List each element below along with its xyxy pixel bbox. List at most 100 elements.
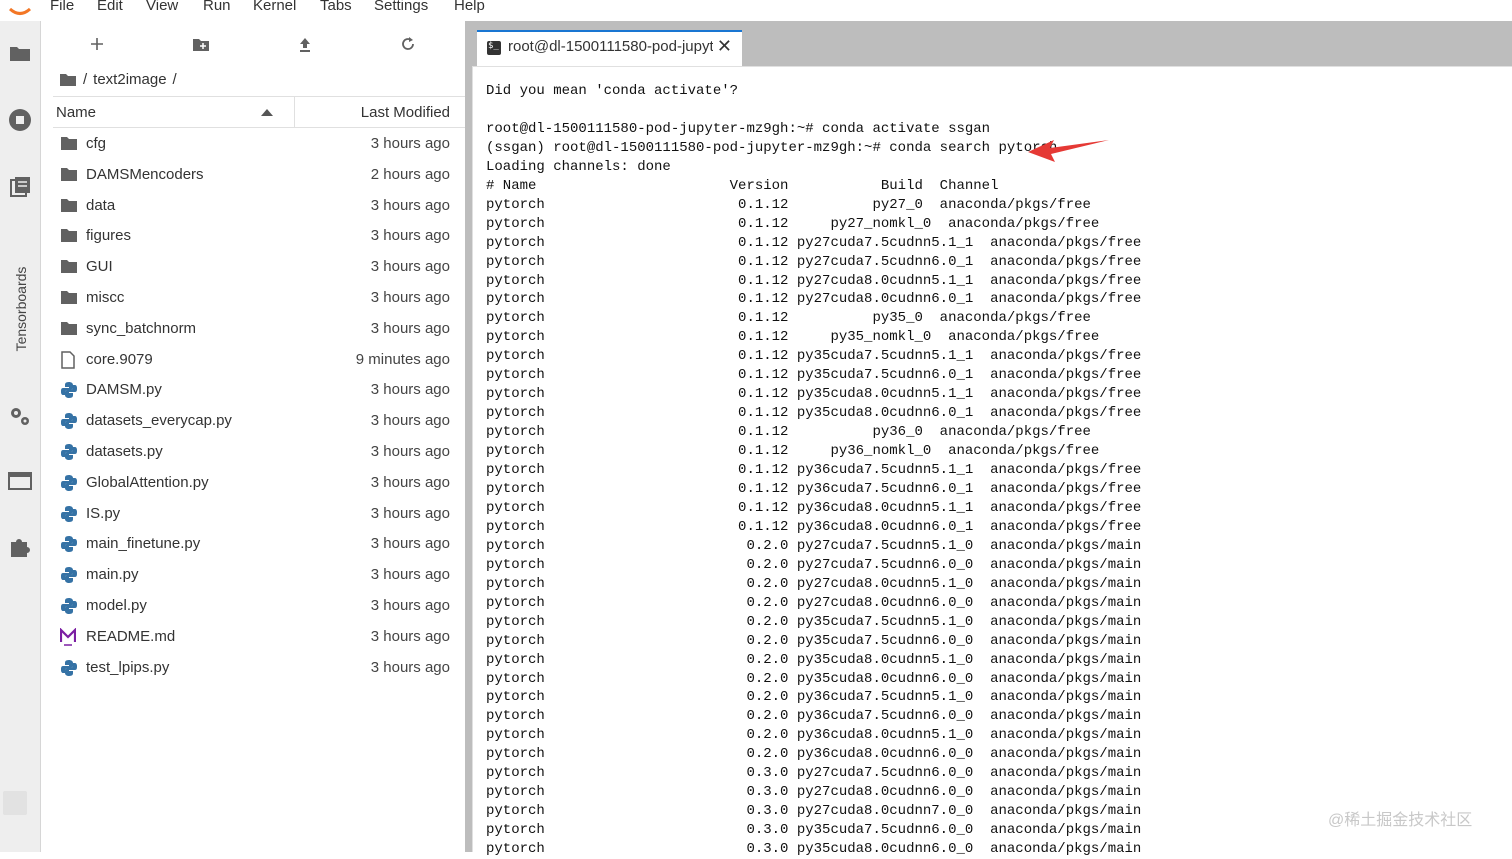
file-row[interactable]: main.py 3 hours ago [53,560,465,591]
modified-column-header[interactable]: Last Modified [361,104,450,121]
folder-icon [60,289,78,307]
folder-icon [60,135,78,153]
file-row[interactable]: sync_batchnorm 3 hours ago [53,314,465,345]
menu-kernel[interactable]: Kernel [253,0,296,14]
running-sessions-tab[interactable] [8,108,32,132]
activity-bar: Tensorboards [0,21,41,852]
menu-view[interactable]: View [146,0,178,14]
stop-circle-icon [9,109,31,131]
tensorboards-tab[interactable]: Tensorboards [3,261,39,361]
terminal-line: pytorch 0.1.12 py27_0 anaconda/pkgs/free [486,196,1091,213]
file-browser-tab[interactable] [8,41,32,65]
file-modified: 3 hours ago [370,658,450,676]
python-icon [60,412,78,430]
breadcrumb-folder[interactable]: text2image [93,71,166,88]
folder-icon [60,166,78,184]
file-row[interactable]: GlobalAttention.py 3 hours ago [53,468,465,499]
markdown-icon [59,627,78,646]
file-row[interactable]: DAMSM.py 3 hours ago [53,375,465,406]
file-name: DAMSMencoders [86,165,204,183]
file-row[interactable]: datasets_everycap.py 3 hours ago [53,406,465,437]
command-palette-tab[interactable] [8,175,32,199]
terminal-line: pytorch 0.2.0 py27cuda7.5cudnn6.0_0 anac… [486,556,1142,573]
file-row[interactable]: main_finetune.py 3 hours ago [53,529,465,560]
terminal-line: pytorch 0.3.0 py35cuda8.0cudnn6.0_0 anac… [486,841,1142,858]
file-modified: 3 hours ago [370,596,450,614]
terminal-line: # Name Version Build Channel [486,177,999,194]
terminal-line: pytorch 0.1.12 py36_0 anaconda/pkgs/free [486,424,1091,441]
file-row[interactable]: core.9079 9 minutes ago [53,345,465,376]
terminal-line: pytorch 0.2.0 py35cuda8.0cudnn5.1_0 anac… [486,651,1142,668]
name-column-header[interactable]: Name [56,104,96,121]
file-row[interactable]: README.md 3 hours ago [53,622,465,653]
file-list-header: Name Last Modified [53,96,465,128]
menu-help[interactable]: Help [454,0,485,14]
file-row[interactable]: model.py 3 hours ago [53,591,465,622]
file-name: GUI [86,258,113,276]
panel-splitter[interactable] [465,21,472,852]
menu-run[interactable]: Run [203,0,231,14]
file-name: miscc [86,288,125,306]
file-row[interactable]: DAMSMencoders 2 hours ago [53,160,465,191]
menu-file[interactable]: File [50,0,74,14]
file-modified: 3 hours ago [370,473,450,491]
home-folder-icon[interactable] [59,72,77,87]
terminal-line: pytorch 0.2.0 py36cuda7.5cudnn5.1_0 anac… [486,689,1142,706]
menu-settings[interactable]: Settings [374,0,428,14]
file-row[interactable]: GUI 3 hours ago [53,252,465,283]
main-tab-bar: root@dl-1500111580-pod-jupyter-mz9gh: ~ … [472,21,1512,67]
python-icon [60,381,78,399]
file-name: main.py [86,566,139,584]
file-modified: 3 hours ago [370,227,450,245]
breadcrumb-separator: / [172,70,177,88]
refresh-button[interactable] [397,33,419,55]
close-icon[interactable]: ✕ [717,36,732,57]
file-modified: 3 hours ago [370,319,450,337]
menu-tabs[interactable]: Tabs [320,0,352,14]
puzzle-icon [11,539,30,557]
property-inspector-tab[interactable] [8,404,32,428]
file-name: cfg [86,135,107,152]
watermark: @稀土掘金技术社区 [1328,812,1473,829]
terminal-line: pytorch 0.3.0 py35cuda7.5cudnn6.0_0 anac… [486,822,1142,839]
new-launcher-button[interactable] [86,33,108,55]
file-name: GlobalAttention.py [86,473,209,491]
activity-placeholder [3,791,27,815]
file-row[interactable]: miscc 3 hours ago [53,283,465,314]
terminal-line: pytorch 0.1.12 py27cuda7.5cudnn6.0_1 ana… [486,253,1142,270]
terminal-line: pytorch 0.1.12 py35cuda7.5cudnn6.0_1 ana… [486,367,1142,384]
upload-button[interactable] [294,33,316,55]
extension-manager-tab[interactable] [8,535,32,559]
file-modified: 2 hours ago [370,165,450,183]
file-modified: 3 hours ago [370,196,450,214]
terminal-line: pytorch 0.1.12 py35_nomkl_0 anaconda/pkg… [486,329,1100,346]
menu-edit[interactable]: Edit [97,0,123,14]
terminal-line: pytorch 0.1.12 py27cuda7.5cudnn5.1_1 ana… [486,234,1142,251]
terminal-icon [487,41,501,55]
file-row[interactable]: data 3 hours ago [53,191,465,222]
file-icon [60,350,78,369]
folder-icon [60,258,78,276]
file-name: core.9079 [86,350,153,368]
file-browser-panel: / text2image / Name Last Modified cfg 3 h… [41,21,465,852]
file-row[interactable]: test_lpips.py 3 hours ago [53,653,465,684]
file-row[interactable]: IS.py 3 hours ago [53,499,465,530]
file-modified: 3 hours ago [370,288,450,306]
terminal-line: pytorch 0.1.12 py36_nomkl_0 anaconda/pkg… [486,443,1100,460]
file-modified: 3 hours ago [370,566,450,584]
terminal-line: pytorch 0.1.12 py27_nomkl_0 anaconda/pkg… [486,215,1100,232]
file-row[interactable]: datasets.py 3 hours ago [53,437,465,468]
refresh-icon [402,37,414,50]
terminal-line: pytorch 0.2.0 py35cuda7.5cudnn6.0_0 anac… [486,632,1142,649]
file-row[interactable]: cfg 3 hours ago [53,129,465,160]
sort-ascending-icon[interactable] [261,109,273,116]
new-folder-button[interactable] [190,33,212,55]
terminal-area[interactable]: Did you mean 'conda activate'? root@dl-15… [472,66,1512,857]
open-tabs-tab[interactable] [8,469,32,493]
file-row[interactable]: figures 3 hours ago [53,221,465,252]
file-name: figures [86,227,132,245]
tab-title: root@dl-1500111580-pod-jupyter-mz9gh: ~ [508,38,713,55]
python-icon [60,597,78,615]
terminal-tab[interactable]: root@dl-1500111580-pod-jupyter-mz9gh: ~ … [477,30,742,67]
